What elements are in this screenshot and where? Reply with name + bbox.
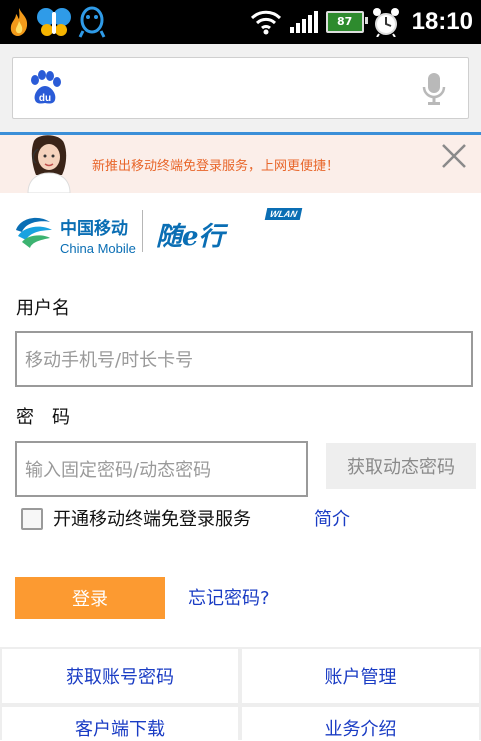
- alarm-icon: [372, 8, 399, 37]
- qq-butterfly-icon: [37, 8, 71, 36]
- china-mobile-logo-icon: [16, 217, 52, 248]
- battery-icon: 87: [325, 11, 368, 33]
- svg-text:du: du: [39, 93, 51, 104]
- brand-logos: 中国移动 China Mobile 随e行 WLAN: [14, 206, 314, 256]
- account-management-link[interactable]: 账户管理: [242, 649, 479, 703]
- china-mobile-text: 中国移动 China Mobile: [60, 214, 136, 256]
- get-account-link[interactable]: 获取账号密码: [2, 649, 238, 703]
- search-bar: du: [0, 44, 481, 135]
- password-label: 密 码: [16, 407, 70, 428]
- free-login-label: 开通移动终端免登录服务: [53, 509, 251, 530]
- status-bar: 87 18:10: [0, 0, 481, 44]
- promo-banner: 新推出移动终端免登录服务，上网更便捷！: [0, 135, 481, 193]
- baidu-paw-icon[interactable]: du: [27, 70, 63, 106]
- china-mobile-en: China Mobile: [60, 241, 136, 256]
- banner-message: 新推出移动终端免登录服务，上网更便捷！: [92, 159, 340, 174]
- free-login-checkbox[interactable]: [21, 508, 43, 530]
- clock: 18:10: [411, 8, 473, 35]
- logo-divider: [142, 210, 143, 252]
- password-placeholder: 输入固定密码/动态密码: [25, 460, 212, 481]
- username-placeholder: 移动手机号/时长卡号: [25, 350, 194, 371]
- search-input[interactable]: du: [12, 57, 469, 119]
- login-button[interactable]: 登录: [15, 577, 165, 619]
- system-icons: 87 18:10: [250, 0, 473, 44]
- microphone-icon[interactable]: [422, 71, 446, 107]
- customer-service-girl-icon: [27, 135, 71, 193]
- intro-link[interactable]: 简介: [314, 505, 350, 531]
- battery-level: 87: [336, 15, 353, 28]
- username-field[interactable]: 移动手机号/时长卡号: [15, 331, 473, 387]
- close-icon[interactable]: [441, 143, 467, 169]
- forgot-password-link[interactable]: 忘记密码?: [188, 584, 270, 610]
- wifi-icon: [250, 10, 281, 35]
- get-dynamic-password-button[interactable]: 获取动态密码: [326, 443, 476, 489]
- sui-e-xing-logo: 随e行: [156, 222, 225, 252]
- flame-icon: [10, 8, 28, 36]
- password-field[interactable]: 输入固定密码/动态密码: [15, 441, 308, 497]
- client-download-link[interactable]: 客户端下载: [2, 707, 238, 740]
- signal-icon: [289, 11, 318, 33]
- bottom-links-grid: 获取账号密码 账户管理 客户端下载 业务介绍: [0, 647, 481, 740]
- notification-icons: [8, 4, 106, 40]
- wlan-badge: WLAN: [264, 208, 303, 220]
- username-label: 用户名: [16, 298, 70, 319]
- qq-penguin-icon: [78, 6, 106, 38]
- service-intro-link[interactable]: 业务介绍: [242, 707, 479, 740]
- china-mobile-cn: 中国移动: [60, 219, 128, 239]
